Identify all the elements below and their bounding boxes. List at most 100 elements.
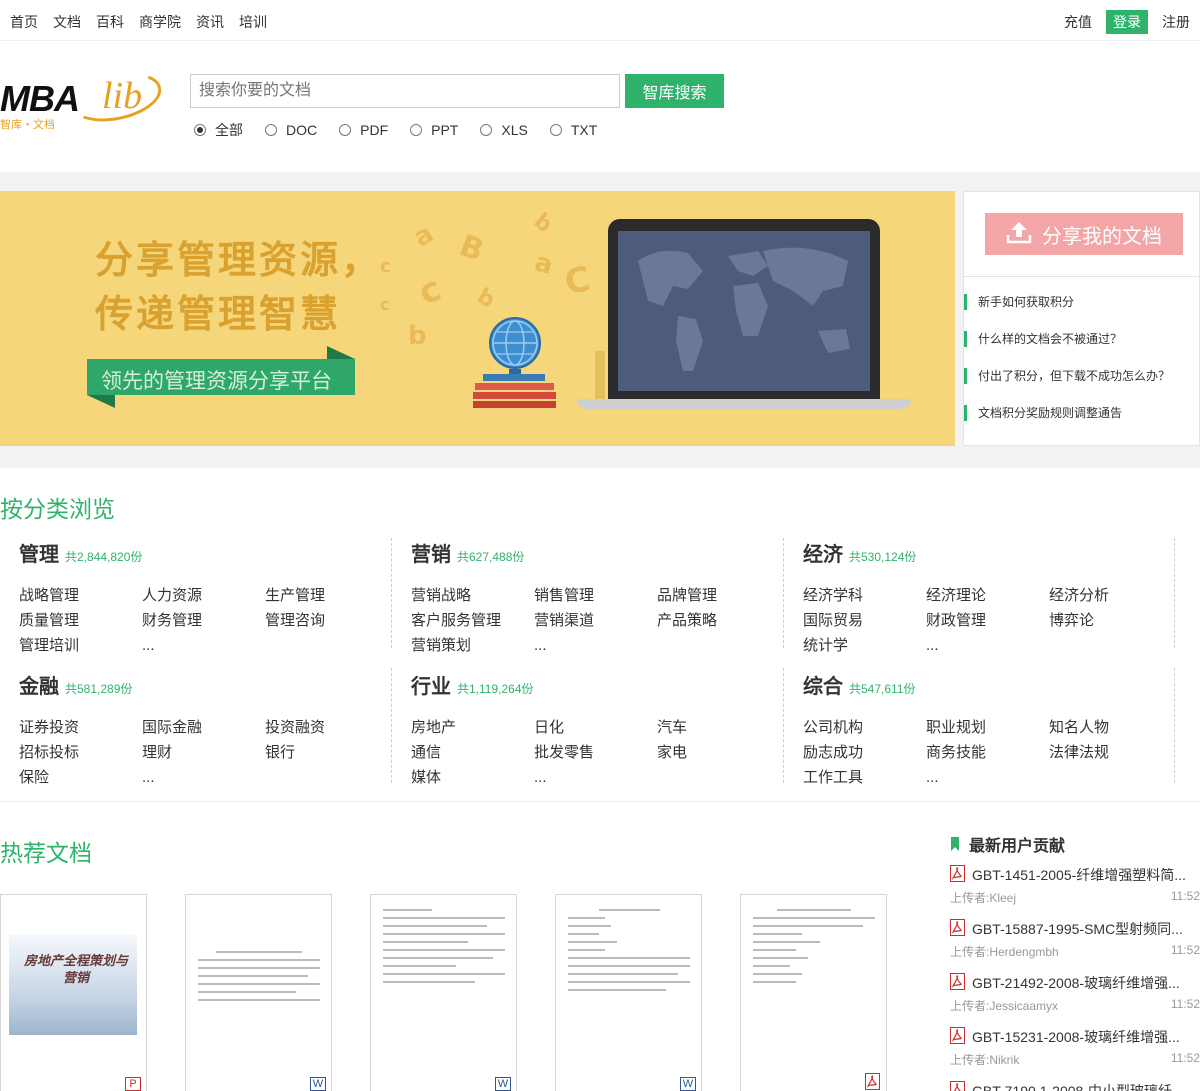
- category-link[interactable]: 营销渠道: [534, 610, 657, 631]
- category-link[interactable]: 客户服务管理: [411, 610, 534, 631]
- nav-link-docs[interactable]: 文档: [53, 12, 81, 32]
- search-button[interactable]: 智库搜索: [625, 74, 724, 108]
- category-link[interactable]: 管理培训: [19, 635, 142, 656]
- category-link[interactable]: 批发零售: [534, 742, 657, 763]
- category-name[interactable]: 营销: [411, 538, 451, 567]
- recent-uploader: 上传者:Jessicaamyx: [950, 999, 1059, 1013]
- filetype-option-xls[interactable]: XLS: [480, 120, 528, 140]
- category-link[interactable]: 证券投资: [19, 717, 142, 738]
- filetype-option-all[interactable]: 全部: [194, 120, 243, 140]
- filetype-option-doc[interactable]: DOC: [265, 120, 317, 140]
- filetype-option-ppt[interactable]: PPT: [410, 120, 458, 140]
- recent-doc-title[interactable]: GBT-21492-2008-玻璃纤维增强...: [972, 973, 1192, 993]
- category-link[interactable]: 生产管理: [265, 585, 388, 606]
- search-input[interactable]: [190, 74, 620, 108]
- category-link[interactable]: 经济分析: [1049, 585, 1172, 606]
- category-link[interactable]: 保险: [19, 767, 142, 788]
- category-link[interactable]: 国际金融: [142, 717, 265, 738]
- doc-thumbnail[interactable]: 房地产全程策划与营销 P: [0, 894, 147, 1091]
- filetype-option-txt[interactable]: TXT: [549, 120, 597, 140]
- help-link[interactable]: 付出了积分，但下载不成功怎么办？: [964, 368, 1170, 384]
- recent-doc-title[interactable]: GBT-15231-2008-玻璃纤维增强...: [972, 1027, 1192, 1047]
- recent-doc-title[interactable]: GBT-7190.1-2008-中小型玻璃纤...: [972, 1081, 1192, 1091]
- doc-thumbnail[interactable]: [740, 894, 887, 1091]
- category-link[interactable]: 营销策划: [411, 635, 534, 656]
- nav-link-news[interactable]: 资讯: [196, 12, 224, 32]
- category-link[interactable]: 汽车: [657, 717, 780, 738]
- category-link[interactable]: 公司机构: [803, 717, 926, 738]
- filetype-option-pdf[interactable]: PDF: [339, 120, 388, 140]
- category-link[interactable]: ...: [534, 767, 657, 788]
- category-link[interactable]: 营销战略: [411, 585, 534, 606]
- promo-banner[interactable]: a B b c c a C b b c 分享管理资源， 传递管理智慧 领先的管理…: [0, 191, 955, 446]
- category-link[interactable]: 法律法规: [1049, 742, 1172, 763]
- category-name[interactable]: 行业: [411, 670, 451, 699]
- recent-doc-title[interactable]: GBT-15887-1995-SMC型射频同...: [972, 919, 1192, 939]
- recharge-link[interactable]: 充值: [1064, 12, 1092, 32]
- category-link[interactable]: 工作工具: [803, 767, 926, 788]
- category-link[interactable]: 战略管理: [19, 585, 142, 606]
- category-link[interactable]: 知名人物: [1049, 717, 1172, 738]
- category-link[interactable]: 商务技能: [926, 742, 1049, 763]
- category-link[interactable]: 博弈论: [1049, 610, 1172, 631]
- share-document-button[interactable]: 分享我的文档: [985, 213, 1183, 255]
- category-link[interactable]: ...: [142, 767, 265, 788]
- category-link[interactable]: 银行: [265, 742, 388, 763]
- nav-link-training[interactable]: 培训: [239, 12, 267, 32]
- category-link[interactable]: 经济理论: [926, 585, 1049, 606]
- category-link[interactable]: 日化: [534, 717, 657, 738]
- nav-link-wiki[interactable]: 百科: [96, 12, 124, 32]
- category-link[interactable]: 质量管理: [19, 610, 142, 631]
- nav-link-business-school[interactable]: 商学院: [139, 12, 181, 32]
- category-link[interactable]: 理财: [142, 742, 265, 763]
- filetype-label: XLS: [501, 122, 528, 138]
- help-link[interactable]: 什么样的文档会不被通过？: [964, 331, 1170, 347]
- radio-icon[interactable]: [339, 124, 352, 136]
- category-link[interactable]: 统计学: [803, 635, 926, 656]
- category-link[interactable]: 销售管理: [534, 585, 657, 606]
- login-button[interactable]: 登录: [1106, 10, 1148, 34]
- help-link[interactable]: 文档积分奖励规则调整通告: [964, 405, 1170, 421]
- category-link[interactable]: ...: [534, 635, 657, 656]
- category-link[interactable]: 管理咨询: [265, 610, 388, 631]
- category-link[interactable]: 财务管理: [142, 610, 265, 631]
- site-logo[interactable]: MBA lib 智库・文档: [0, 64, 166, 132]
- doc-thumbnail[interactable]: W: [185, 894, 332, 1091]
- category-count: 共1,119,264份: [457, 682, 534, 696]
- category-link[interactable]: 通信: [411, 742, 534, 763]
- category-name[interactable]: 金融: [19, 670, 59, 699]
- doc-thumbnail[interactable]: W: [370, 894, 517, 1091]
- radio-icon[interactable]: [265, 124, 277, 136]
- nav-link-home[interactable]: 首页: [10, 12, 38, 32]
- radio-selected-icon[interactable]: [194, 124, 206, 136]
- category-link[interactable]: 人力资源: [142, 585, 265, 606]
- category-link[interactable]: ...: [926, 635, 1049, 656]
- category-link[interactable]: 产品策略: [657, 610, 780, 631]
- radio-icon[interactable]: [549, 124, 562, 136]
- category-name[interactable]: 综合: [803, 670, 843, 699]
- doc-thumbnail[interactable]: W: [555, 894, 702, 1091]
- category-name[interactable]: 经济: [803, 538, 843, 567]
- category-link[interactable]: 财政管理: [926, 610, 1049, 631]
- category-link[interactable]: 房地产: [411, 717, 534, 738]
- register-link[interactable]: 注册: [1162, 12, 1190, 32]
- category-link[interactable]: 职业规划: [926, 717, 1049, 738]
- category-link[interactable]: 品牌管理: [657, 585, 780, 606]
- radio-icon[interactable]: [410, 124, 423, 136]
- recent-time: 11:52: [1170, 1051, 1200, 1065]
- category-link[interactable]: 励志成功: [803, 742, 926, 763]
- category-link[interactable]: ...: [926, 767, 1049, 788]
- help-link[interactable]: 新手如何获取积分: [964, 294, 1170, 310]
- category-link[interactable]: 家电: [657, 742, 780, 763]
- radio-icon[interactable]: [480, 124, 493, 136]
- category-link[interactable]: 经济学科: [803, 585, 926, 606]
- pdf-file-icon: [950, 1081, 965, 1091]
- category-link[interactable]: 投资融资: [265, 717, 388, 738]
- account-links: 充值 登录 注册: [1064, 10, 1200, 34]
- category-link[interactable]: 招标投标: [19, 742, 142, 763]
- category-link[interactable]: 国际贸易: [803, 610, 926, 631]
- recent-doc-title[interactable]: GBT-1451-2005-纤维增强塑料简...: [972, 865, 1192, 885]
- category-name[interactable]: 管理: [19, 538, 59, 567]
- category-link[interactable]: ...: [142, 635, 265, 656]
- category-link[interactable]: 媒体: [411, 767, 534, 788]
